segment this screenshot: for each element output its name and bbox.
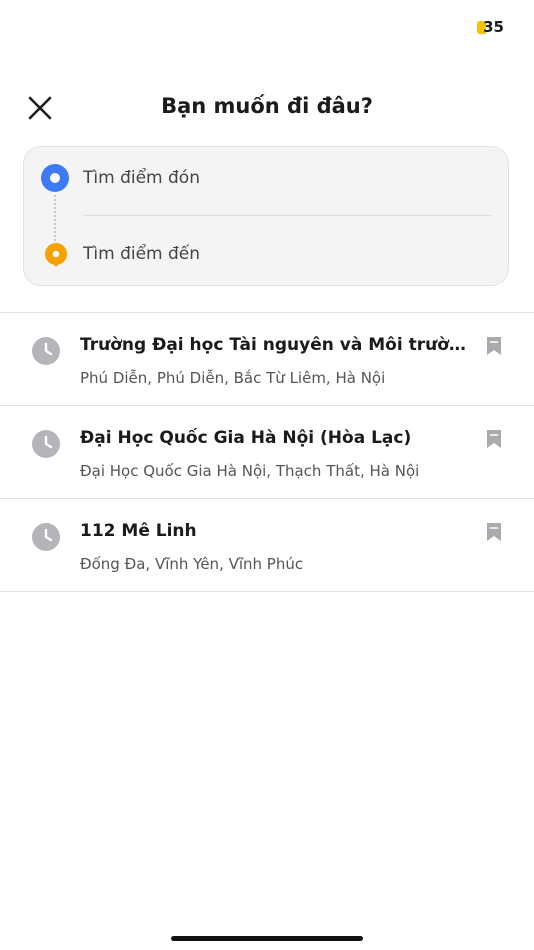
page-title: Bạn muốn đi đâu? [161,94,373,118]
destination-pin-icon [45,243,67,267]
home-indicator[interactable] [171,936,363,941]
recent-place-item[interactable]: Trường Đại học Tài nguyên và Môi trường … [0,313,534,406]
clock-icon [32,337,60,365]
route-connector [54,195,56,241]
place-address: Đại Học Quốc Gia Hà Nội, Thạch Thất, Hà … [80,462,420,480]
place-address: Phú Diễn, Phú Diễn, Bắc Từ Liêm, Hà Nội [80,369,386,387]
battery-level: 35 [483,18,504,36]
card-divider [83,215,492,216]
ride-destination-screen: 35 Bạn muốn đi đâu? Trườn [0,0,534,950]
route-search-card [23,146,509,286]
clock-icon [32,523,60,551]
pickup-marker-icon [41,164,69,192]
place-name: Đại Học Quốc Gia Hà Nội (Hòa Lạc) [80,428,412,448]
bookmark-icon[interactable] [485,336,503,356]
place-address: Đống Đa, Vĩnh Yên, Vĩnh Phúc [80,555,304,573]
place-name: Trường Đại học Tài nguyên và Môi trường … [80,335,472,355]
bookmark-icon[interactable] [485,522,503,542]
header: Bạn muốn đi đâu? [0,82,534,132]
battery-indicator: 35 [477,18,504,36]
recent-places-list: Trường Đại học Tài nguyên và Môi trường … [0,313,534,592]
clock-icon [32,430,60,458]
bookmark-icon[interactable] [485,429,503,449]
place-name: 112 Mê Linh [80,521,197,541]
destination-search-input[interactable] [83,236,483,272]
pickup-search-input[interactable] [83,160,483,196]
recent-place-item[interactable]: Đại Học Quốc Gia Hà Nội (Hòa Lạc) Đại Họ… [0,406,534,499]
recent-place-item[interactable]: 112 Mê Linh Đống Đa, Vĩnh Yên, Vĩnh Phúc [0,499,534,592]
